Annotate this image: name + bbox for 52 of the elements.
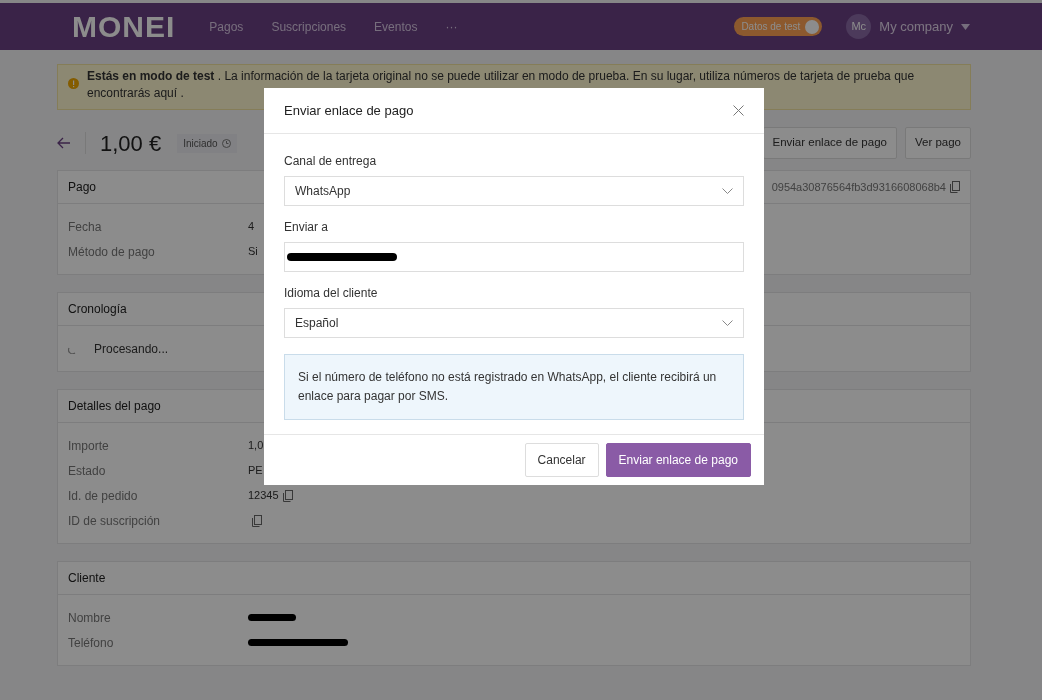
close-icon[interactable] xyxy=(733,105,744,116)
copy-icon[interactable] xyxy=(950,181,960,193)
field-label: Canal de entrega xyxy=(284,153,378,170)
status-badge: Iniciado xyxy=(177,133,237,153)
send-link-button[interactable]: Enviar enlace de pago xyxy=(605,443,751,477)
field-label: Estado xyxy=(68,462,107,480)
link[interactable]: aquí xyxy=(153,86,178,100)
avatar: Mc xyxy=(846,14,872,39)
card-title: Detalles del pago xyxy=(68,398,161,415)
back-arrow-icon[interactable] xyxy=(57,137,71,149)
payment-amount: 1,00 € xyxy=(100,129,162,158)
card-title: Pago xyxy=(68,179,97,196)
field-label: Método de pago xyxy=(68,243,156,261)
copy-icon[interactable] xyxy=(252,514,262,527)
field-label: ID de suscripción xyxy=(68,512,162,530)
nav-link[interactable]: Suscripciones xyxy=(271,17,347,36)
nav-link[interactable]: Eventos xyxy=(374,17,418,36)
field-label: Teléfono xyxy=(68,634,115,652)
field-value: 12345 xyxy=(248,488,279,504)
account-name[interactable]: My company xyxy=(879,16,953,37)
toggle-knob xyxy=(805,19,820,34)
field-value: Si xyxy=(248,244,258,260)
view-payment-button[interactable]: Ver pago xyxy=(904,127,971,159)
field-label: Importe xyxy=(68,437,110,455)
field-label: Fecha xyxy=(68,218,103,236)
chevron-down-icon[interactable] xyxy=(722,187,733,195)
field-label: Nombre xyxy=(68,609,112,627)
event-text: Procesando... xyxy=(94,340,169,358)
field-label: Idioma del cliente xyxy=(284,285,379,302)
select-field[interactable]: WhatsApp xyxy=(284,176,744,206)
field-label: Id. de pedido xyxy=(68,487,139,505)
send-link-button[interactable]: Enviar enlace de pago xyxy=(762,127,897,159)
input-field[interactable] xyxy=(284,242,744,272)
field-value: PE xyxy=(248,463,263,479)
clock-icon xyxy=(221,138,231,148)
field-value: 4 xyxy=(248,219,255,235)
card-title: Cliente xyxy=(68,570,106,587)
field-value: 1,0 xyxy=(248,438,264,454)
modal-title: Enviar enlace de pago xyxy=(284,101,414,120)
payment-id: 0954a30876564fb3d9316608068b4 xyxy=(771,179,946,195)
warning-icon xyxy=(68,78,79,89)
nav-link[interactable]: ··· xyxy=(445,17,458,36)
select-field[interactable]: Español xyxy=(284,308,744,338)
field-label: Enviar a xyxy=(284,219,330,236)
cancel-button[interactable]: Cancelar xyxy=(524,443,599,477)
chevron-down-icon[interactable] xyxy=(722,319,733,327)
logo[interactable]: MONEI xyxy=(72,4,176,49)
info-message: Si el número de teléfono no está registrado en WhatsApp, el cliente recibirá un enlace para pagar por SMS. xyxy=(284,354,744,420)
card-title: Cronología xyxy=(68,301,127,318)
caret-down-icon xyxy=(961,23,970,30)
copy-icon[interactable] xyxy=(282,489,293,502)
nav-link[interactable]: Pagos xyxy=(209,17,244,36)
